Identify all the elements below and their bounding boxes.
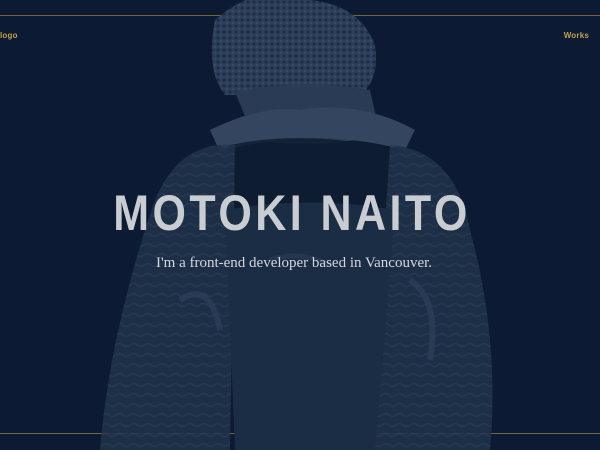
hero-title: MOTOKI NAITO [113,185,471,241]
nav-works-link[interactable]: Works [564,31,589,40]
nav-logo-link[interactable]: logo [0,31,18,40]
hero-page: logo Works MOTOKI NAITO I'm a front-end … [0,0,600,450]
hero-subtitle: I'm a front-end developer based in Vanco… [155,255,433,271]
